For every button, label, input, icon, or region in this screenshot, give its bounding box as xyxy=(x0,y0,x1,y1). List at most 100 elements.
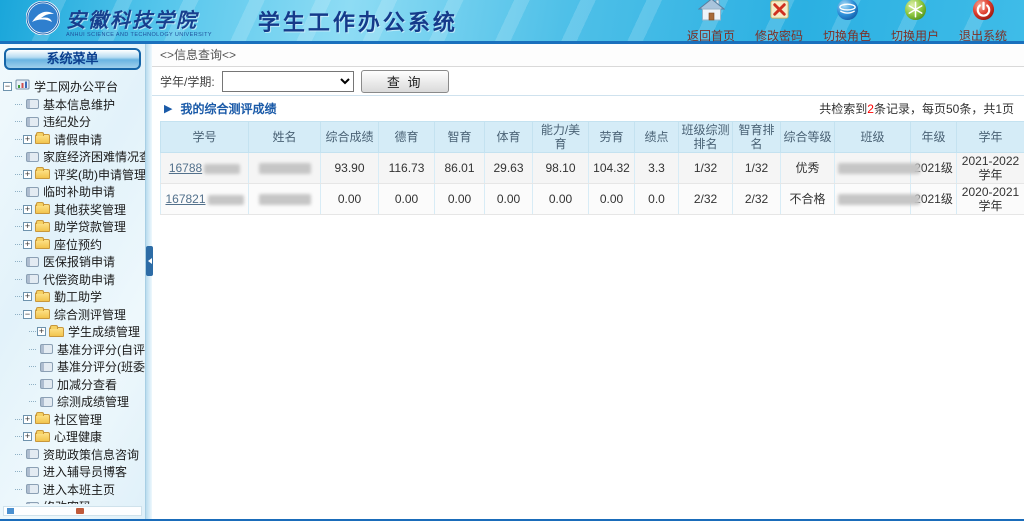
asterisk-sphere-icon xyxy=(904,0,927,26)
tree-connector xyxy=(15,419,22,420)
expand-node-icon[interactable]: + xyxy=(23,415,32,424)
tree-item-18[interactable]: 综测成绩管理 xyxy=(3,393,145,411)
sidebar-hscrollbar[interactable] xyxy=(3,506,142,516)
folder-icon xyxy=(35,309,50,319)
tree-item-23[interactable]: 进入本班主页 xyxy=(3,481,145,499)
tree-item-10[interactable]: 医保报销申请 xyxy=(3,253,145,271)
home-button[interactable]: 返回首页 xyxy=(682,0,740,44)
triangle-right-icon: ▶ xyxy=(164,102,172,115)
query-form: 学年/学期: 查 询 xyxy=(152,67,1024,96)
redacted-class xyxy=(838,194,920,205)
tree-item-22[interactable]: 进入辅导员博客 xyxy=(3,463,145,481)
tree-connector xyxy=(15,296,22,297)
expand-node-icon[interactable]: + xyxy=(23,292,32,301)
expand-node-icon[interactable]: + xyxy=(23,432,32,441)
tree-item-6[interactable]: 临时补助申请 xyxy=(3,183,145,201)
change-password-button[interactable]: 修改密码 xyxy=(750,0,808,44)
tree-item-label: 医保报销申请 xyxy=(43,253,115,270)
switch-role-button[interactable]: 切换角色 xyxy=(818,0,876,44)
collapse-sidebar-handle[interactable] xyxy=(146,246,153,276)
folder-icon xyxy=(35,169,50,179)
tree-item-2[interactable]: 违纪处分 xyxy=(3,113,145,131)
expand-node-icon[interactable]: + xyxy=(23,135,32,144)
home-label: 返回首页 xyxy=(687,27,735,44)
student-id-link[interactable]: 16788 xyxy=(169,161,202,175)
tree-connector xyxy=(15,121,22,122)
system-title: 学生工作办公系统 xyxy=(258,5,458,37)
tree-item-label: 违纪处分 xyxy=(43,113,91,130)
results-table-wrap: 学号姓名综合成绩德育智育体育能力/美育劳育绩点班级综测排名智育排名综合等级班级年… xyxy=(152,121,1024,215)
tree-item-5[interactable]: +评奖(助)申请管理 xyxy=(3,166,145,184)
score-cell: 0.00 xyxy=(321,184,379,215)
tree-item-14[interactable]: + 学生成绩管理 xyxy=(3,323,145,341)
column-header: 绩点 xyxy=(635,122,679,153)
university-emblem-icon xyxy=(26,1,60,40)
tree-item-4[interactable]: 家庭经济困难情况查看 xyxy=(3,148,145,166)
tree-item-8[interactable]: + 助学贷款管理 xyxy=(3,218,145,236)
tree-item-11[interactable]: 代偿资助申请 xyxy=(3,271,145,289)
tree-item-16[interactable]: 基准分评分(班委) xyxy=(3,358,145,376)
tree-item-24[interactable]: 修改密码 xyxy=(3,498,145,504)
redacted-class xyxy=(838,163,920,174)
home-icon xyxy=(698,0,725,26)
tree-item-7[interactable]: +其他获奖管理 xyxy=(3,201,145,219)
tree-item-label: 进入本班主页 xyxy=(43,481,115,498)
tree-item-15[interactable]: 基准分评分(自评) xyxy=(3,341,145,359)
document-icon xyxy=(26,152,39,162)
expand-node-icon[interactable]: + xyxy=(23,222,32,231)
tree-item-1[interactable]: 基本信息维护 xyxy=(3,96,145,114)
switch-user-button[interactable]: 切换用户 xyxy=(886,0,944,44)
document-icon xyxy=(26,484,39,494)
tree-item-9[interactable]: +座位预约 xyxy=(3,236,145,254)
tree-item-17[interactable]: 加减分查看 xyxy=(3,376,145,394)
student-id-link[interactable]: 167821 xyxy=(165,192,205,206)
breadcrumb: <>信息查询<> xyxy=(152,44,1024,67)
term-select[interactable] xyxy=(222,71,354,92)
term-label: 学年/学期: xyxy=(160,73,215,90)
scroll-thumb[interactable] xyxy=(76,508,84,514)
document-icon xyxy=(26,257,39,267)
logout-button[interactable]: 退出系统 xyxy=(954,0,1012,44)
tree-item-19[interactable]: + 社区管理 xyxy=(3,411,145,429)
score-cell: 1/32 xyxy=(679,153,733,184)
platform-icon xyxy=(15,79,30,94)
collapse-node-icon[interactable]: − xyxy=(3,82,12,91)
tree-item-label: 学生成绩管理 xyxy=(68,323,140,340)
tree-connector xyxy=(29,331,36,332)
tree-item-label: 基准分评分(班委) xyxy=(57,358,145,375)
expand-node-icon[interactable]: + xyxy=(23,170,32,179)
document-icon xyxy=(26,467,39,477)
scroll-left-button[interactable] xyxy=(7,508,14,514)
score-cell: 3.3 xyxy=(635,153,679,184)
tree-connector xyxy=(15,454,22,455)
expand-node-icon[interactable]: + xyxy=(37,327,46,336)
document-icon xyxy=(40,379,53,389)
document-icon xyxy=(26,502,39,504)
search-button[interactable]: 查 询 xyxy=(361,70,449,93)
tree-item-label: 助学贷款管理 xyxy=(54,218,126,235)
tree-item-12[interactable]: +勤工助学 xyxy=(3,288,145,306)
score-cell: 2/32 xyxy=(679,184,733,215)
expand-node-icon[interactable]: + xyxy=(23,240,32,249)
collapse-node-icon[interactable]: − xyxy=(23,310,32,319)
tree-item-label: 学工网办公平台 xyxy=(34,78,118,95)
folder-icon xyxy=(49,327,64,337)
tree-item-label: 基本信息维护 xyxy=(43,96,115,113)
tree-item-20[interactable]: + 心理健康 xyxy=(3,428,145,446)
tree-connector xyxy=(29,384,36,385)
score-cell: 0.00 xyxy=(435,184,485,215)
expand-node-icon[interactable]: + xyxy=(23,205,32,214)
column-header: 年级 xyxy=(911,122,957,153)
tree-item-label: 修改密码 xyxy=(43,498,91,504)
tree-item-13[interactable]: −综合测评管理 xyxy=(3,306,145,324)
tree-item-21[interactable]: 资助政策信息咨询 xyxy=(3,446,145,464)
tree-item-0[interactable]: − 学工网办公平台 xyxy=(3,78,145,96)
tree-connector xyxy=(15,191,22,192)
tree-item-3[interactable]: +请假申请 xyxy=(3,131,145,149)
tree-item-label: 社区管理 xyxy=(54,411,102,428)
document-icon xyxy=(26,449,39,459)
section-title: ▶ 我的综合测评成绩 xyxy=(164,100,276,117)
folder-icon xyxy=(35,134,50,144)
tree-item-label: 心理健康 xyxy=(54,428,102,445)
tree-connector xyxy=(15,156,22,157)
